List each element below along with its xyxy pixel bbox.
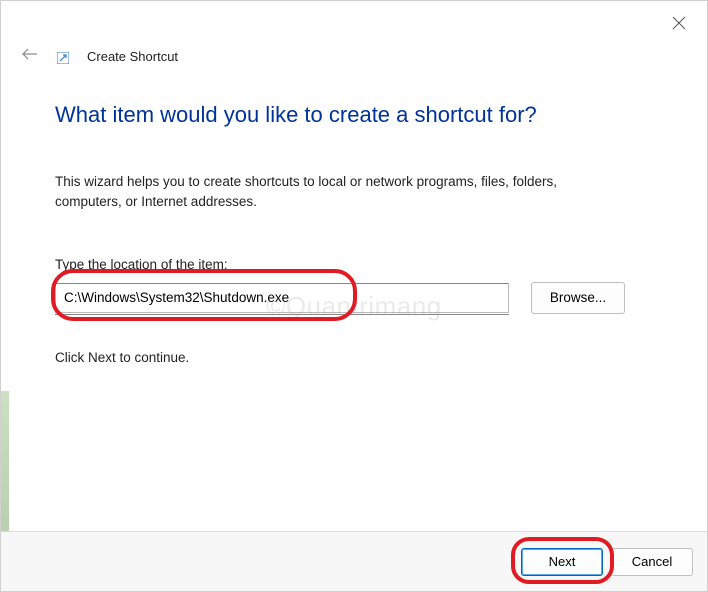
wizard-header: Create Shortcut — [1, 47, 707, 66]
location-input[interactable] — [55, 283, 509, 313]
wizard-content: What item would you like to create a sho… — [1, 66, 707, 531]
page-heading: What item would you like to create a sho… — [55, 102, 653, 128]
wizard-title: Create Shortcut — [87, 49, 178, 64]
shortcut-icon — [57, 51, 69, 63]
create-shortcut-dialog: Create Shortcut What item would you like… — [0, 0, 708, 592]
continue-text: Click Next to continue. — [55, 350, 653, 365]
next-button-wrap: Next — [521, 548, 603, 576]
back-button[interactable] — [21, 47, 39, 66]
input-underline — [55, 314, 509, 315]
arrow-left-icon — [21, 47, 39, 61]
next-button[interactable]: Next — [521, 548, 603, 576]
titlebar — [1, 1, 707, 41]
location-label: Type the location of the item: — [55, 257, 653, 272]
cancel-button[interactable]: Cancel — [611, 548, 693, 576]
location-row: Browse... — [55, 282, 653, 314]
close-icon — [672, 16, 686, 30]
close-button[interactable] — [665, 9, 693, 37]
wizard-description: This wizard helps you to create shortcut… — [55, 172, 615, 213]
browse-button[interactable]: Browse... — [531, 282, 625, 314]
location-input-wrap — [55, 283, 509, 313]
wizard-footer: Next Cancel — [1, 531, 707, 591]
